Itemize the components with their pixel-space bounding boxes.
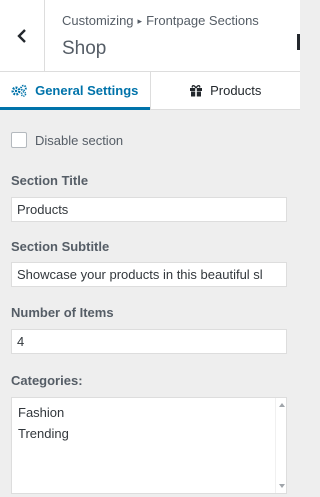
gears-icon <box>11 84 27 97</box>
scroll-up-icon[interactable] <box>279 403 285 407</box>
tab-bar: General Settings Products <box>0 72 300 110</box>
gift-icon <box>190 85 203 97</box>
page-title: Shop <box>62 38 107 59</box>
categories-label: Categories: <box>11 373 83 388</box>
disable-section-label: Disable section <box>35 132 124 148</box>
categories-scrollbar[interactable] <box>275 398 286 493</box>
section-title-input[interactable]: Products <box>11 197 287 222</box>
section-subtitle-label: Section Subtitle <box>11 239 110 254</box>
back-button[interactable] <box>0 0 45 71</box>
scroll-down-icon[interactable] <box>279 484 285 488</box>
breadcrumb: Customizing ▸ Frontpage Sections <box>62 13 259 30</box>
header-text: Customizing ▸ Frontpage Sections Shop <box>62 13 259 60</box>
tab-products[interactable]: Products <box>149 72 301 109</box>
tab-general-settings-label: General Settings <box>35 83 139 98</box>
disable-section-checkbox[interactable] <box>11 132 27 148</box>
breadcrumb-root: Customizing <box>62 13 134 28</box>
chevron-left-icon <box>17 28 26 43</box>
disable-section-row: Disable section <box>11 132 123 148</box>
category-option-fashion[interactable]: Fashion <box>12 402 286 423</box>
section-title-label: Section Title <box>11 173 89 188</box>
category-option-trending[interactable]: Trending <box>12 423 286 444</box>
number-of-items-label: Number of Items <box>11 305 114 320</box>
breadcrumb-section: Frontpage Sections <box>146 13 259 28</box>
tab-products-label: Products <box>210 83 262 98</box>
customizer-header: Customizing ▸ Frontpage Sections Shop <box>0 0 300 72</box>
section-subtitle-input[interactable]: Showcase your products in this beautiful… <box>11 262 287 287</box>
panel-edge <box>297 34 300 50</box>
categories-select[interactable]: Fashion Trending <box>11 397 287 494</box>
breadcrumb-separator: ▸ <box>137 16 143 26</box>
tab-general-settings[interactable]: General Settings <box>0 72 150 110</box>
number-of-items-input[interactable]: 4 <box>11 329 287 354</box>
